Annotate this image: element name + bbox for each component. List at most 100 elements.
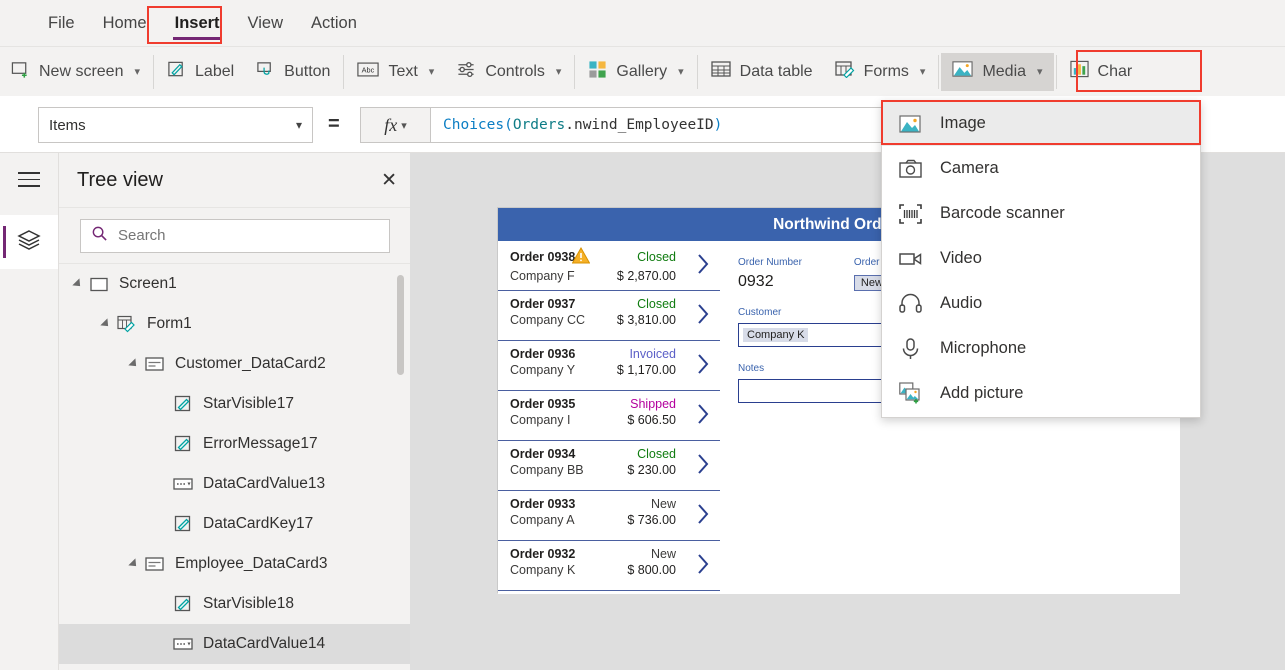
chevron-right-icon[interactable]: [697, 253, 710, 275]
rail-item-tree-view[interactable]: [0, 215, 58, 269]
tree-node-label: DataCardKey17: [203, 515, 314, 532]
chevron-down-icon: ▾: [555, 66, 562, 78]
forms-icon: [834, 60, 855, 83]
order-number-field: Order Number 0932: [738, 257, 802, 291]
label-icon: [172, 395, 194, 413]
formula-token-field: nwind_EmployeeID: [573, 117, 714, 133]
ribbon-charts-button[interactable]: Char: [1059, 53, 1144, 91]
media-menu-item-audio[interactable]: Audio: [882, 281, 1200, 326]
expander-caret-icon[interactable]: [100, 318, 112, 330]
menu-item-view[interactable]: View: [234, 8, 297, 39]
gallery-row[interactable]: Order 0936 Invoiced Company Y $ 1,170.00: [498, 341, 720, 391]
gallery-row[interactable]: Order 0933 New Company A $ 736.00: [498, 491, 720, 541]
property-selector-dropdown[interactable]: Items ▾: [38, 107, 313, 143]
chevron-down-icon: ▾: [1037, 66, 1043, 78]
gallery-company-name: Company K: [510, 563, 576, 577]
media-menu-item-label: Barcode scanner: [940, 204, 1065, 222]
hamburger-menu-button[interactable]: [0, 153, 58, 206]
expander-caret-icon[interactable]: [128, 358, 140, 370]
fx-expand-button[interactable]: fx ▾: [360, 107, 430, 143]
controls-icon: [456, 60, 476, 84]
ribbon-media-label: Media: [982, 62, 1027, 80]
menu-item-home[interactable]: Home: [89, 8, 161, 39]
tree-node-label: DataCardValue13: [203, 475, 326, 492]
ribbon-media-button[interactable]: Media ▾: [941, 52, 1054, 91]
tree-node-starvisible18[interactable]: StarVisible18: [59, 584, 411, 624]
tree-node-datacardkey17[interactable]: DataCardKey17: [59, 504, 411, 544]
gallery-order-number: Order 0938: [510, 250, 576, 264]
orders-gallery: Order 0938 Closed Company F $ 2,870.00 Order…: [498, 241, 720, 594]
gallery-row-top: Order 0937 Closed: [510, 297, 710, 311]
label-icon: [172, 515, 194, 533]
tree-node-errormessage17[interactable]: ErrorMessage17: [59, 424, 411, 464]
gallery-row[interactable]: Order 0932 New Company K $ 800.00: [498, 541, 720, 591]
tree-view-scrollbar-thumb[interactable]: [397, 275, 404, 375]
gallery-row[interactable]: Order 0937 Closed Company CC $ 3,810.00: [498, 291, 720, 341]
chevron-right-icon[interactable]: [697, 553, 710, 575]
gallery-company-name: Company BB: [510, 463, 584, 477]
barcode-scanner-icon: [898, 202, 922, 226]
tree-node-customer_datacard2[interactable]: Customer_DataCard2: [59, 344, 411, 384]
tree-node-datacardvalue14[interactable]: DataCardValue14: [59, 624, 411, 664]
gallery-company-name: Company I: [510, 413, 571, 427]
ribbon-controls-label: Controls: [485, 62, 545, 80]
menu-item-action[interactable]: Action: [297, 8, 371, 39]
media-menu-item-image[interactable]: Image: [882, 101, 1200, 146]
ribbon-data-table-button[interactable]: Data table: [700, 53, 824, 91]
expander-caret-icon[interactable]: [128, 558, 140, 570]
tree-node-label: Employee_DataCard3: [175, 555, 328, 572]
formula-token-close-paren: ): [713, 117, 723, 133]
tree-view-title: Tree view: [77, 168, 163, 191]
left-rail: [0, 153, 58, 670]
ribbon-new-screen-button[interactable]: New screen ▾: [0, 53, 151, 91]
ribbon-text-button[interactable]: Abc Text ▾: [346, 53, 445, 91]
ribbon-forms-button[interactable]: Forms ▾: [824, 53, 937, 91]
gallery-order-number: Order 0937: [510, 297, 576, 311]
chevron-down-icon: ▾: [134, 66, 141, 78]
tree-node-datacardvalue13[interactable]: DataCardValue13: [59, 464, 411, 504]
ribbon-gallery-label: Gallery: [616, 62, 668, 80]
chevron-right-icon[interactable]: [697, 403, 710, 425]
tree-node-starvisible17[interactable]: StarVisible17: [59, 384, 411, 424]
gallery-row-bottom: Company A $ 736.00: [510, 513, 710, 527]
ribbon-controls-button[interactable]: Controls ▾: [445, 53, 572, 91]
tree-node-screen1[interactable]: Screen1: [59, 264, 411, 304]
gallery-row[interactable]: Order 0938 Closed Company F $ 2,870.00: [498, 241, 720, 291]
gallery-row[interactable]: Order 0934 Closed Company BB $ 230.00: [498, 441, 720, 491]
tree-node-employee_datacard3[interactable]: Employee_DataCard3: [59, 544, 411, 584]
expander-caret-icon[interactable]: [72, 278, 84, 290]
tree-search-container: [59, 208, 411, 264]
menu-item-file[interactable]: File: [34, 8, 89, 39]
datacard-icon: [144, 555, 166, 573]
ribbon-label-button[interactable]: Label: [156, 53, 245, 91]
close-icon[interactable]: ✕: [381, 171, 397, 190]
menu-item-insert[interactable]: Insert: [161, 8, 234, 40]
tree-view-panel: Tree view ✕ Screen1 Form1 Customer_DataCar…: [58, 153, 411, 670]
media-dropdown-menu: Image Camera Barcode scanner Video Audio Micr…: [881, 100, 1201, 418]
ribbon-button-button[interactable]: Button: [245, 53, 341, 91]
formula-input[interactable]: Choices(Orders. nwind_EmployeeID): [430, 107, 885, 143]
data-table-icon: [710, 60, 731, 83]
ribbon-new-screen-label: New screen: [39, 62, 124, 80]
gallery-order-number: Order 0936: [510, 347, 576, 361]
camera-icon: [898, 157, 922, 181]
gallery-row[interactable]: Order 0935 Shipped Company I $ 606.50: [498, 391, 720, 441]
search-input[interactable]: [118, 227, 368, 244]
chevron-right-icon[interactable]: [697, 353, 710, 375]
media-menu-item-barcode-scanner[interactable]: Barcode scanner: [882, 191, 1200, 236]
chevron-right-icon[interactable]: [697, 503, 710, 525]
media-menu-item-video[interactable]: Video: [882, 236, 1200, 281]
chevron-right-icon[interactable]: [697, 453, 710, 475]
chevron-down-icon: ▾: [919, 66, 926, 78]
tree-node-label: DataCardValue14: [203, 635, 326, 652]
ribbon-data-table-label: Data table: [739, 62, 813, 80]
media-menu-item-add-picture[interactable]: Add picture: [882, 371, 1200, 416]
tree-node-form1[interactable]: Form1: [59, 304, 411, 344]
tree-search-box[interactable]: [80, 218, 390, 253]
label-icon: [172, 595, 194, 613]
ribbon-gallery-button[interactable]: Gallery ▾: [577, 53, 694, 91]
insert-ribbon: New screen ▾ Label Button Abc Text ▾ Con…: [0, 46, 1285, 96]
media-menu-item-microphone[interactable]: Microphone: [882, 326, 1200, 371]
media-menu-item-camera[interactable]: Camera: [882, 146, 1200, 191]
chevron-right-icon[interactable]: [697, 303, 710, 325]
